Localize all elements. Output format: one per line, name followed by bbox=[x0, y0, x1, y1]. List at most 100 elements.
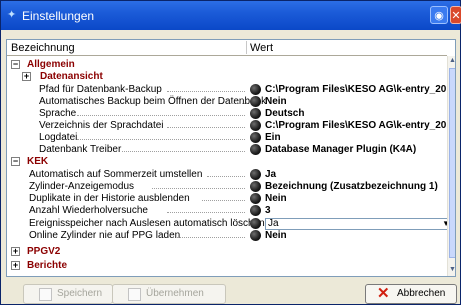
property-label: Pfad für Datenbank-Backup bbox=[39, 84, 162, 95]
subcategory-label: Datenansicht bbox=[40, 71, 103, 82]
value-dropdown[interactable]: Ja ▼ bbox=[265, 218, 453, 230]
expand-icon[interactable]: + bbox=[11, 261, 20, 270]
dotted-leader bbox=[232, 103, 245, 104]
save-button[interactable]: Speichern bbox=[23, 284, 113, 304]
dotted-leader bbox=[167, 127, 245, 128]
window-close-button[interactable]: ✕ bbox=[450, 6, 461, 24]
property-row[interactable]: Anzahl Wiederholversuche 3 bbox=[7, 205, 447, 217]
window-title: Einstellungen bbox=[22, 9, 95, 23]
subcategory-row-datenansicht[interactable]: + Datenansicht bbox=[7, 71, 447, 83]
value-indicator-icon bbox=[250, 218, 261, 229]
dropdown-value: Ja bbox=[268, 218, 279, 229]
dotted-leader bbox=[207, 176, 245, 177]
property-value[interactable]: Nein bbox=[265, 230, 287, 242]
expand-icon[interactable]: + bbox=[22, 72, 31, 81]
value-indicator-icon bbox=[250, 84, 261, 95]
dotted-leader bbox=[167, 91, 245, 92]
property-label: Anzahl Wiederholversuche bbox=[29, 205, 148, 216]
property-row[interactable]: Online Zylinder nie auf PPG laden Nein bbox=[7, 230, 447, 242]
property-grid[interactable]: Bezeichnung Wert − Allgemein + Datenansi… bbox=[6, 39, 456, 277]
category-label: Berichte bbox=[27, 260, 68, 271]
save-icon bbox=[39, 288, 52, 301]
dotted-leader bbox=[77, 115, 245, 116]
apply-button[interactable]: Übernehmen bbox=[112, 284, 226, 304]
property-label: Zylinder-Anzeigemodus bbox=[29, 181, 135, 192]
property-label: Logdatei bbox=[39, 132, 78, 143]
property-label: Verzeichnis der Sprachdatei bbox=[39, 120, 164, 131]
column-divider[interactable] bbox=[246, 41, 247, 54]
apply-icon bbox=[128, 288, 141, 301]
property-row[interactable]: Automatisches Backup beim Öffnen der Dat… bbox=[7, 96, 447, 108]
cancel-button[interactable]: ✕ Abbrechen bbox=[365, 284, 457, 304]
title-bar[interactable]: ✦ Einstellungen ◉ ✕ bbox=[1, 1, 461, 30]
column-header-wert[interactable]: Wert bbox=[250, 42, 273, 54]
cancel-x-icon: ✕ bbox=[377, 285, 390, 302]
property-value[interactable]: Bezeichnung (Zusatzbezeichnung 1) bbox=[265, 181, 438, 193]
dotted-leader bbox=[77, 139, 245, 140]
property-row[interactable]: Logdatei Ein bbox=[7, 132, 447, 144]
value-indicator-icon bbox=[250, 230, 261, 241]
settings-window: ✦ Einstellungen ◉ ✕ Bezeichnung Wert − A… bbox=[0, 0, 461, 305]
category-row-ppgv2[interactable]: + PPGV2 bbox=[7, 246, 447, 258]
property-value[interactable]: Nein bbox=[265, 96, 287, 108]
settings-app-icon: ✦ bbox=[7, 9, 17, 21]
property-row[interactable]: Sprache Deutsch bbox=[7, 108, 447, 120]
save-label: Speichern bbox=[57, 288, 103, 299]
category-row-allgemein[interactable]: − Allgemein bbox=[7, 59, 447, 71]
property-value[interactable]: Deutsch bbox=[265, 108, 304, 120]
dotted-leader bbox=[152, 188, 245, 189]
expand-icon[interactable]: + bbox=[11, 247, 20, 256]
dotted-leader bbox=[202, 200, 245, 201]
scroll-up-icon[interactable]: ▲ bbox=[448, 56, 455, 65]
property-label: Online Zylinder nie auf PPG laden bbox=[29, 230, 181, 241]
property-row[interactable]: Zylinder-Anzeigemodus Bezeichnung (Zusat… bbox=[7, 181, 447, 193]
property-label: Datenbank Treiber bbox=[39, 144, 122, 155]
value-indicator-icon bbox=[250, 205, 261, 216]
options-icon: ◉ bbox=[434, 10, 444, 22]
category-row-kek[interactable]: − KEK bbox=[7, 156, 447, 168]
property-label: Sprache bbox=[39, 108, 77, 119]
property-value[interactable]: C:\Program Files\KESO AG\k-entry_2010 bbox=[265, 120, 455, 132]
value-indicator-icon bbox=[250, 169, 261, 180]
value-indicator-icon bbox=[250, 120, 261, 131]
property-row[interactable]: Datenbank Treiber Database Manager Plugi… bbox=[7, 144, 447, 156]
property-row[interactable]: Automatisch auf Sommerzeit umstellen Ja bbox=[7, 169, 447, 181]
property-row[interactable]: Duplikate in der Historie ausblenden Nei… bbox=[7, 193, 447, 205]
property-value[interactable]: C:\Program Files\KESO AG\k-entry_2010... bbox=[265, 84, 455, 96]
category-row-berichte[interactable]: + Berichte bbox=[7, 260, 447, 272]
value-indicator-icon bbox=[250, 181, 261, 192]
vertical-scrollbar[interactable]: ▲ ▼ bbox=[447, 56, 455, 276]
value-indicator-icon bbox=[250, 132, 261, 143]
value-indicator-icon bbox=[250, 144, 261, 155]
close-icon: ✕ bbox=[451, 10, 461, 22]
property-value[interactable]: Ja bbox=[265, 169, 276, 181]
property-value[interactable]: 3 bbox=[265, 205, 271, 217]
scroll-down-icon[interactable]: ▼ bbox=[448, 265, 455, 274]
dotted-leader bbox=[167, 212, 245, 213]
cancel-label: Abbrechen bbox=[397, 288, 446, 299]
grid-header: Bezeichnung Wert bbox=[7, 40, 447, 56]
value-indicator-icon bbox=[250, 193, 261, 204]
column-header-bezeichnung[interactable]: Bezeichnung bbox=[11, 42, 75, 54]
category-label: Allgemein bbox=[27, 59, 75, 70]
collapse-icon[interactable]: − bbox=[11, 60, 20, 69]
property-row-selected[interactable]: Ereignisspeicher nach Auslesen automatis… bbox=[7, 218, 453, 230]
apply-label: Übernehmen bbox=[146, 288, 204, 299]
window-options-button[interactable]: ◉ bbox=[430, 6, 448, 24]
dotted-leader bbox=[122, 151, 245, 152]
property-value[interactable]: Nein bbox=[265, 193, 287, 205]
property-value[interactable]: Ein bbox=[265, 132, 281, 144]
value-indicator-icon bbox=[250, 108, 261, 119]
dotted-leader bbox=[177, 237, 245, 238]
category-label: KEK bbox=[27, 156, 49, 167]
scroll-thumb[interactable] bbox=[449, 68, 455, 258]
property-row[interactable]: Pfad für Datenbank-Backup C:\Program Fil… bbox=[7, 84, 455, 96]
collapse-icon[interactable]: − bbox=[11, 157, 20, 166]
category-label: PPGV2 bbox=[27, 246, 61, 257]
property-row[interactable]: Verzeichnis der Sprachdatei C:\Program F… bbox=[7, 120, 455, 132]
property-label: Automatisch auf Sommerzeit umstellen bbox=[29, 169, 203, 180]
value-indicator-icon bbox=[250, 96, 261, 107]
property-label: Ereignisspeicher nach Auslesen automatis… bbox=[29, 218, 265, 229]
property-label: Automatisches Backup beim Öffnen der Dat… bbox=[39, 96, 267, 107]
property-value[interactable]: Database Manager Plugin (K4A) bbox=[265, 144, 416, 156]
